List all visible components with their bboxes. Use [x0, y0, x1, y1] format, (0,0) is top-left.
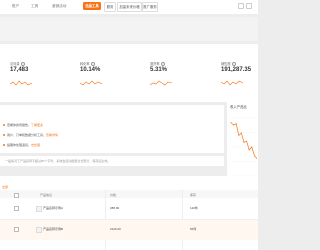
kpi-panel: 访问量 17,483 转化率 10.14% 退货率 5.31% 销售额 191,… — [0, 44, 258, 102]
product-price: ¥126.00 — [110, 227, 121, 231]
nav-marketing[interactable]: 营销活动 — [52, 4, 66, 9]
side-panel-title: 收入产品比 — [230, 105, 247, 109]
table-header: 产品信息 价格 库存 — [0, 190, 258, 198]
tip-row: 用户、订单和数据分析工具，查看详情 — [7, 133, 59, 137]
nav-account[interactable]: 账户 — [12, 4, 19, 9]
kpi-value: 5.31% — [150, 67, 168, 73]
tip-row: 查看你的周报告，了解更多 — [7, 123, 44, 127]
product-thumbnail — [36, 226, 42, 233]
tip-row: 提醒你处理退货，去处理 — [7, 143, 41, 147]
nav-product-tool-button[interactable]: 选品工具 — [83, 2, 101, 10]
data-point — [246, 140, 248, 142]
kpi-title: 退货率 — [150, 61, 165, 67]
product-price: ¥88.00 — [110, 206, 120, 210]
data-point — [253, 155, 255, 157]
info-icon[interactable] — [160, 61, 165, 67]
side-chart-panel: 收入产品比 — [227, 98, 258, 186]
kpi-title: 访问量 — [10, 61, 25, 67]
kpi-sparkline — [221, 80, 243, 86]
select-all-checkbox[interactable] — [14, 192, 19, 198]
row-checkbox[interactable] — [14, 206, 19, 211]
nav-promo-button[interactable]: 推广服务 — [142, 2, 158, 12]
kpi-title: 转化率 — [80, 61, 95, 67]
banner-area — [0, 17, 258, 41]
top-navigation: 账户 工具 营销活动 选品工具 服务 加量未来价格 推广服务 — [0, 0, 258, 14]
tip-bullet — [3, 134, 5, 136]
data-point — [235, 123, 237, 125]
product-thumbnail — [36, 205, 42, 212]
kpi-value: 17,483 — [10, 67, 29, 73]
tab-all[interactable]: 全部 — [2, 185, 8, 189]
data-point — [233, 124, 235, 126]
tip-bullet — [3, 124, 5, 126]
series-line — [230, 122, 257, 159]
nav-price-button[interactable]: 加量未来价格 — [117, 2, 142, 12]
data-point — [248, 149, 250, 151]
notification-icon[interactable] — [238, 3, 244, 9]
tip-link[interactable]: 了解更多 — [31, 123, 43, 127]
row-checkbox[interactable] — [14, 227, 19, 232]
data-point — [240, 132, 242, 134]
product-stock: 120件 — [190, 206, 199, 210]
data-point — [243, 141, 245, 143]
tip-bullet — [3, 144, 5, 146]
table-row[interactable]: 产品名称示例A ¥88.00 120件 — [0, 199, 258, 219]
info-icon[interactable] — [90, 61, 95, 67]
tip-link[interactable]: 查看详情 — [46, 133, 58, 137]
info-icon[interactable] — [20, 61, 25, 67]
kpi-sparkline — [150, 80, 172, 86]
kpi-value: 10.14% — [80, 67, 101, 73]
kpi-sparkline — [80, 80, 102, 86]
product-table: 全部 产品信息 价格 库存 产品名称示例A ¥88.00 120件 产品名称示例… — [0, 176, 258, 250]
info-icon[interactable] — [231, 61, 236, 67]
table-row[interactable]: 产品名称示例B ¥126.00 56件 — [0, 220, 258, 240]
data-point — [230, 122, 232, 124]
product-name[interactable]: 产品名称示例B — [43, 227, 63, 231]
nav-service-button[interactable]: 服务 — [104, 2, 116, 12]
notice-text: 一般情况下产品名称不超过80个字符，系统会自动截断过长部分，保存后生效。 — [5, 159, 111, 163]
tip-link[interactable]: 去处理 — [31, 143, 40, 147]
user-icon[interactable] — [246, 3, 252, 9]
tips-panel: 查看你的周报告，了解更多 用户、订单和数据分析工具，查看详情 提醒你处理退货，去… — [0, 105, 224, 153]
side-line-chart — [230, 117, 257, 177]
notice-bar: 一般情况下产品名称不超过80个字符，系统会自动截断过长部分，保存后生效。 — [0, 156, 224, 166]
product-name[interactable]: 产品名称示例A — [43, 206, 63, 210]
column-header: 产品信息 — [40, 192, 53, 197]
column-header: 价格 — [110, 192, 117, 197]
kpi-value: 191,287.35 — [221, 67, 252, 73]
data-point — [251, 146, 253, 148]
data-point — [238, 134, 240, 136]
column-header: 库存 — [190, 192, 197, 197]
product-stock: 56件 — [190, 227, 197, 231]
nav-tools[interactable]: 工具 — [31, 4, 38, 9]
kpi-sparkline — [10, 80, 32, 86]
kpi-title: 销售额 — [221, 61, 236, 67]
